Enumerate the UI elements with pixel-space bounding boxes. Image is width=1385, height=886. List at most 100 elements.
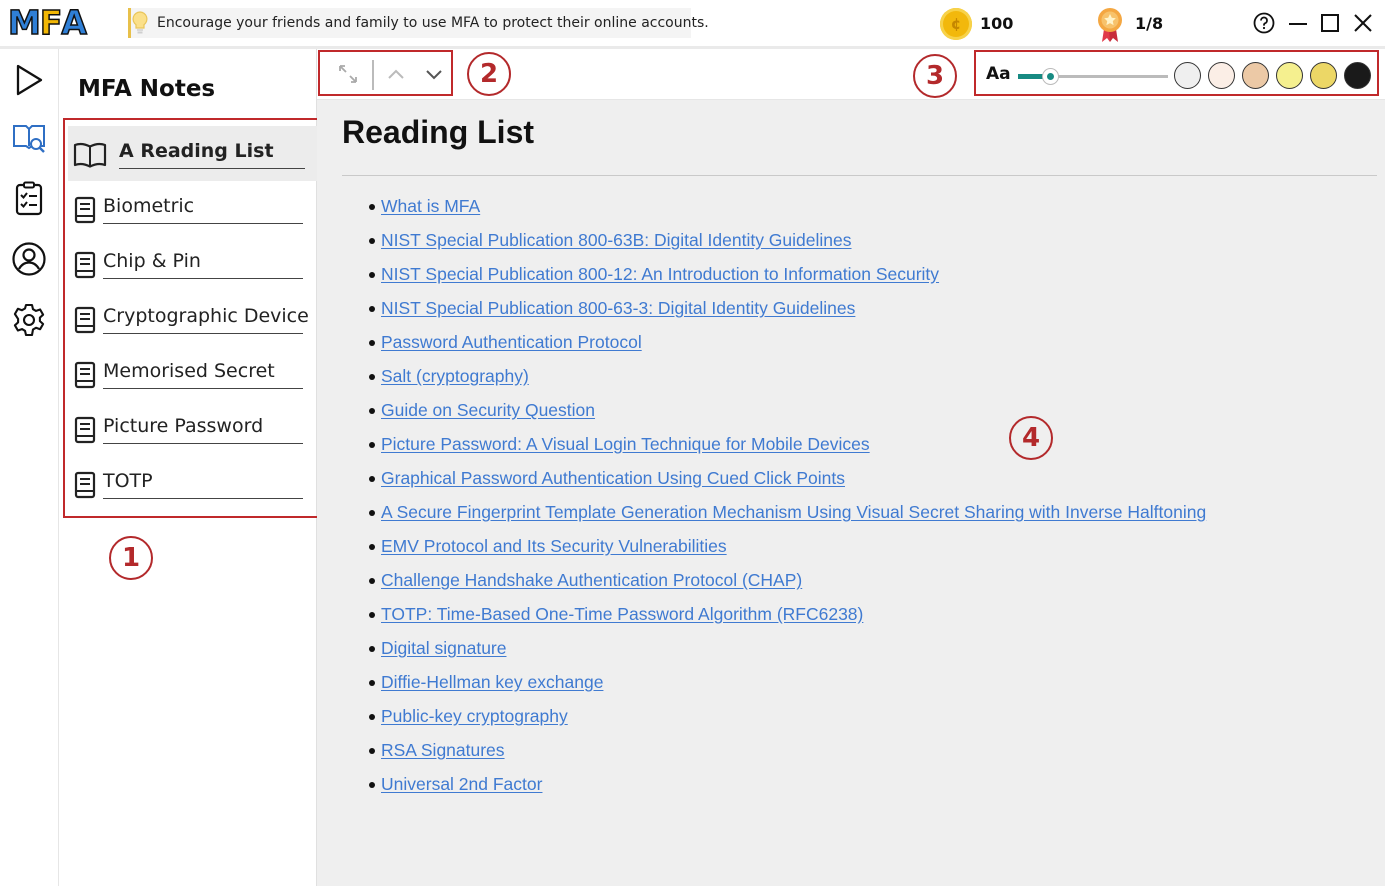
previous-button[interactable] [382,60,410,88]
reading-list-link[interactable]: Diffie-Hellman key exchange [381,672,603,692]
nav-notes-button[interactable] [10,119,48,157]
sidebar-note-label: Chip & Pin [103,250,303,279]
reading-list-item: Diffie-Hellman key exchange [367,672,1206,706]
reading-list-link[interactable]: Guide on Security Question [381,400,595,420]
gear-icon [13,303,45,337]
book-icon [73,361,99,389]
background-swatch[interactable] [1310,62,1337,89]
reading-list-link[interactable]: Graphical Password Authentication Using … [381,468,845,488]
notes-search-icon [13,125,45,153]
book-icon [73,306,99,334]
book-icon [73,416,99,444]
book-icon [73,196,99,224]
sidebar-note-item[interactable]: Memorised Secret [68,346,318,401]
next-button[interactable] [420,60,448,88]
callout-3: 3 [913,54,957,98]
nav-checklist-button[interactable] [10,180,48,218]
book-icon [73,471,99,499]
reading-list-link[interactable]: Digital signature [381,638,506,658]
coin-count: 100 [980,14,1014,33]
callout-1: 1 [109,536,153,580]
reading-list-item: Graphical Password Authentication Using … [367,468,1206,502]
checklist-icon [15,181,43,216]
tip-text: Encourage your friends and family to use… [157,15,709,31]
background-swatch[interactable] [1276,62,1303,89]
help-button[interactable] [1251,10,1277,36]
nav-play-button[interactable] [10,61,48,99]
reading-list-link[interactable]: NIST Special Publication 800-12: An Intr… [381,264,939,284]
reading-list-link[interactable]: NIST Special Publication 800-63B: Digita… [381,230,852,250]
font-size-slider-thumb[interactable] [1042,68,1059,85]
open-book-icon [73,141,107,169]
reading-list-item: Challenge Handshake Authentication Proto… [367,570,1206,604]
sidebar-note-label: Picture Password [103,415,303,444]
reading-list-link[interactable]: EMV Protocol and Its Security Vulnerabil… [381,536,727,556]
reading-list-link[interactable]: NIST Special Publication 800-63-3: Digit… [381,298,855,318]
nav-profile-button[interactable] [10,240,48,278]
chevron-up-icon [388,69,404,79]
sidebar-note-label: TOTP [103,470,303,499]
lightbulb-icon [131,8,149,38]
reading-list-item: What is MFA [367,196,1206,230]
reading-list-link[interactable]: RSA Signatures [381,740,505,760]
reading-style-controls: Aa [974,50,1379,96]
nav-rail [0,49,59,886]
sidebar-note-item[interactable]: Biometric [68,181,318,236]
sidebar-note-item[interactable]: Cryptographic Device [68,291,318,346]
expand-icon [339,65,357,83]
reading-list-item: RSA Signatures [367,740,1206,774]
reading-list-item: Public-key cryptography [367,706,1206,740]
reading-list-link[interactable]: Public-key cryptography [381,706,568,726]
background-swatch[interactable] [1208,62,1235,89]
tip-banner: Encourage your friends and family to use… [128,8,709,38]
user-icon [12,242,46,276]
close-button[interactable] [1350,10,1376,36]
play-icon [16,64,43,96]
coin-icon: ¢ [940,8,972,40]
reading-pane: Reading List What is MFA NIST Special Pub… [317,100,1385,886]
close-icon [1354,14,1372,32]
reading-list-link[interactable]: Universal 2nd Factor [381,774,542,794]
reading-list-link[interactable]: A Secure Fingerprint Template Generation… [381,502,1206,522]
reading-list-link[interactable]: Picture Password: A Visual Login Techniq… [381,434,870,454]
sidebar-note-item[interactable]: Picture Password [68,401,318,456]
sidebar-note-label: Memorised Secret [103,360,303,389]
background-swatch[interactable] [1174,62,1201,89]
background-swatch[interactable] [1242,62,1269,89]
sidebar-note-label: A Reading List [119,140,305,169]
sidebar-note-item[interactable]: A Reading List [68,126,318,181]
reading-list-item: Digital signature [367,638,1206,672]
notes-list: A Reading List Biometric Chip & Pin Cryptog… [63,118,321,518]
logo-letter-f: F [39,3,63,42]
callout-4: 4 [1009,416,1053,460]
reading-list-item: Picture Password: A Visual Login Techniq… [367,434,1206,468]
book-icon [73,251,99,279]
help-icon [1253,12,1275,34]
callout-2: 2 [467,52,511,96]
page-title: Reading List [342,114,535,150]
nav-separator [372,60,374,90]
expand-button[interactable] [334,60,362,88]
background-swatch[interactable] [1344,62,1371,89]
reading-list-link[interactable]: Password Authentication Protocol [381,332,642,352]
reading-list-item: Salt (cryptography) [367,366,1206,400]
sidebar-note-item[interactable]: TOTP [68,456,318,511]
reading-list-item: NIST Special Publication 800-12: An Intr… [367,264,1206,298]
maximize-button[interactable] [1317,10,1343,36]
chevron-down-icon [426,70,442,80]
medal-icon [1096,7,1124,43]
reading-list-item: TOTP: Time-Based One-Time Password Algor… [367,604,1206,638]
reading-list-item: Password Authentication Protocol [367,332,1206,366]
sidebar-note-label: Biometric [103,195,303,224]
sidebar-note-item[interactable]: Chip & Pin [68,236,318,291]
reading-list-item: NIST Special Publication 800-63B: Digita… [367,230,1206,264]
nav-settings-button[interactable] [10,301,48,339]
reading-list-item: NIST Special Publication 800-63-3: Digit… [367,298,1206,332]
navigation-controls [318,50,453,96]
reading-list-link[interactable]: TOTP: Time-Based One-Time Password Algor… [381,604,863,624]
app-logo: MFA [7,3,87,42]
minimize-button[interactable] [1285,10,1311,36]
reading-list-link[interactable]: Salt (cryptography) [381,366,529,386]
reading-list-link[interactable]: Challenge Handshake Authentication Proto… [381,570,802,590]
reading-list-link[interactable]: What is MFA [381,196,480,216]
